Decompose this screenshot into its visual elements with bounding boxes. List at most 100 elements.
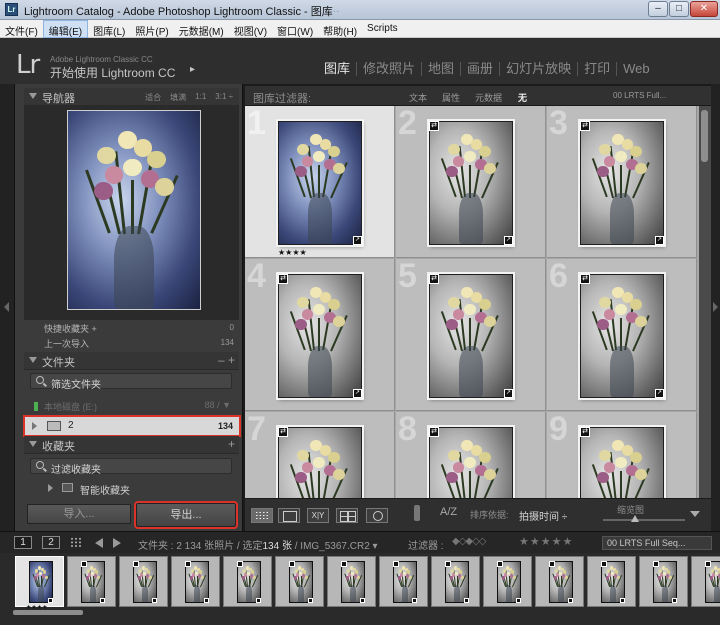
photo-thumbnail[interactable]	[429, 121, 513, 245]
import-button[interactable]: 导入...	[27, 504, 131, 524]
develop-settings-badge-icon[interactable]: ↗	[504, 389, 513, 398]
photo-thumbnail[interactable]	[580, 121, 664, 245]
develop-settings-badge-icon[interactable]: ↗	[655, 389, 664, 398]
slider-knob[interactable]	[631, 515, 639, 522]
navigator-zoom-option[interactable]: 3:1 ÷	[215, 92, 233, 103]
catalog-quick-collection[interactable]: 快捷收藏夹 +	[44, 322, 97, 335]
badge-icon[interactable]: ⇄	[580, 121, 590, 131]
filter-metadata-tab[interactable]: 元数据	[475, 91, 502, 104]
sort-direction-icon[interactable]: A/Z	[440, 506, 457, 518]
filmstrip-scrollbar[interactable]	[13, 610, 83, 615]
smart-collections-item[interactable]: 智能收藏夹	[30, 481, 235, 497]
develop-settings-badge-icon[interactable]: ↗	[353, 389, 362, 398]
main-window-button[interactable]: 1	[14, 536, 32, 549]
navigator-zoom-option[interactable]: 1:1	[195, 92, 206, 103]
left-panel-collapse-icon[interactable]	[4, 302, 9, 312]
module-tab[interactable]: 幻灯片放映	[500, 62, 579, 76]
folders-header[interactable]: 文件夹 – +	[24, 352, 239, 370]
photo-thumbnail[interactable]	[429, 427, 513, 498]
module-tab[interactable]: 打印	[578, 62, 618, 76]
folders-search-field[interactable]: 筛选文件夹	[30, 373, 232, 391]
grid-cell[interactable]: 5 ⇄ ↗	[396, 257, 546, 411]
navigator-preview-image[interactable]	[67, 110, 201, 310]
menu-item[interactable]: 视图(V)	[229, 20, 272, 38]
filmstrip-thumbnail[interactable]	[119, 556, 168, 607]
menu-item[interactable]: 编辑(E)	[42, 20, 89, 38]
painter-spray-icon[interactable]	[414, 505, 420, 521]
volume-row[interactable]: 本地磁盘 (E:) 88 / ▼	[30, 399, 235, 413]
collections-add-button[interactable]: +	[228, 437, 235, 451]
module-tab[interactable]: 画册	[461, 62, 501, 76]
badge-icon[interactable]: ⇄	[580, 274, 590, 284]
loupe-view-icon[interactable]	[278, 508, 300, 523]
navigator-zoom-option[interactable]: 适合	[145, 92, 161, 103]
grid-cell[interactable]: 6 ⇄ ↗	[547, 257, 697, 411]
expand-triangle-icon[interactable]	[48, 484, 53, 492]
grid-cell[interactable]: 8⇄↗	[396, 410, 546, 498]
module-tab[interactable]: Web	[617, 62, 656, 76]
module-tab[interactable]: 地图	[422, 62, 462, 76]
menu-item[interactable]: 图库(L)	[88, 20, 130, 38]
grid-scroll-thumb[interactable]	[701, 110, 708, 162]
photo-thumbnail[interactable]	[278, 121, 362, 245]
menu-item[interactable]: 帮助(H)	[318, 20, 362, 38]
second-window-button[interactable]: 2	[42, 536, 60, 549]
badge-icon[interactable]: ⇄	[278, 427, 288, 437]
folders-add-remove-buttons[interactable]: – +	[218, 353, 235, 367]
menu-item[interactable]: 照片(P)	[130, 20, 173, 38]
filmstrip-thumbnail[interactable]	[171, 556, 220, 607]
menu-item[interactable]: 文件(F)	[0, 20, 43, 38]
filmstrip-filter-preset-dropdown[interactable]: 00 LRTS Full Seq...	[602, 536, 712, 550]
filter-attribute-tab[interactable]: 属性	[442, 91, 460, 104]
filmstrip-thumbnail[interactable]	[67, 556, 116, 607]
collapse-triangle-icon[interactable]	[29, 441, 37, 447]
grid-view-icon[interactable]	[251, 508, 273, 523]
rating-stars[interactable]: ★★★★	[278, 248, 307, 257]
filmstrip-thumbnail[interactable]	[223, 556, 272, 607]
filmstrip-thumbnail[interactable]	[691, 556, 720, 607]
grid-cell[interactable]: 9⇄↗	[547, 410, 697, 498]
flag-filter-icons[interactable]: ◆◇◆◇◇	[452, 536, 486, 547]
develop-settings-badge-icon[interactable]: ↗	[353, 236, 362, 245]
export-button[interactable]: 导出...	[134, 501, 238, 529]
grid-cell[interactable]: 2 ⇄ ↗	[396, 106, 546, 258]
filmstrip-thumbnail[interactable]	[535, 556, 584, 607]
filmstrip-thumbnail[interactable]	[639, 556, 688, 607]
filmstrip-thumbnail[interactable]	[483, 556, 532, 607]
maximize-button[interactable]: □	[669, 1, 689, 17]
toolbar-menu-chevron-icon[interactable]	[690, 511, 700, 517]
forward-arrow-icon[interactable]	[113, 538, 121, 548]
menu-item[interactable]: Scripts	[362, 20, 403, 38]
grid-cell[interactable]: 3 ⇄ ↗	[547, 106, 697, 258]
play-arrow-icon[interactable]: ▸	[190, 64, 195, 75]
badge-icon[interactable]: ⇄	[429, 274, 439, 284]
photo-thumbnail[interactable]	[580, 274, 664, 398]
grid-icon[interactable]	[70, 537, 82, 548]
collections-search-field[interactable]: 过滤收藏夹	[30, 458, 232, 476]
develop-settings-badge-icon[interactable]: ↗	[504, 236, 513, 245]
photo-thumbnail[interactable]	[278, 427, 362, 498]
badge-icon[interactable]: ⇄	[580, 427, 590, 437]
grid-cell[interactable]: 7⇄↗	[245, 410, 395, 498]
filmstrip-thumbnail[interactable]	[379, 556, 428, 607]
menu-item[interactable]: 窗口(W)	[272, 20, 318, 38]
collapse-triangle-icon[interactable]	[29, 357, 37, 363]
back-arrow-icon[interactable]	[95, 538, 103, 548]
filmstrip-thumbnail[interactable]	[15, 556, 64, 607]
expand-triangle-icon[interactable]	[32, 422, 37, 430]
sort-dropdown[interactable]: 拍摄时间 ÷	[519, 508, 567, 523]
navigator-header[interactable]: 导航器 适合 填满 1:1 3:1 ÷	[24, 88, 239, 106]
compare-view-icon[interactable]: X|Y	[307, 508, 329, 523]
grid-cell[interactable]: 1 ↗ ★★★★	[245, 106, 395, 258]
filmstrip-thumbnail[interactable]	[431, 556, 480, 607]
thumbnail-size-slider[interactable]	[603, 515, 685, 522]
rating-filter-stars[interactable]: ★★★★★	[519, 535, 573, 548]
badge-icon[interactable]: ⇄	[429, 427, 439, 437]
module-tab[interactable]: 修改照片	[357, 62, 423, 76]
people-view-icon[interactable]	[366, 508, 388, 523]
catalog-previous-import[interactable]: 上一次导入	[44, 337, 89, 350]
survey-view-icon[interactable]	[336, 508, 358, 523]
filter-preset-dropdown[interactable]: 00 LRTS Full...	[613, 91, 666, 100]
module-tab[interactable]: 图库	[318, 62, 358, 76]
get-started-link[interactable]: 开始使用 Lightroom CC	[50, 64, 175, 81]
